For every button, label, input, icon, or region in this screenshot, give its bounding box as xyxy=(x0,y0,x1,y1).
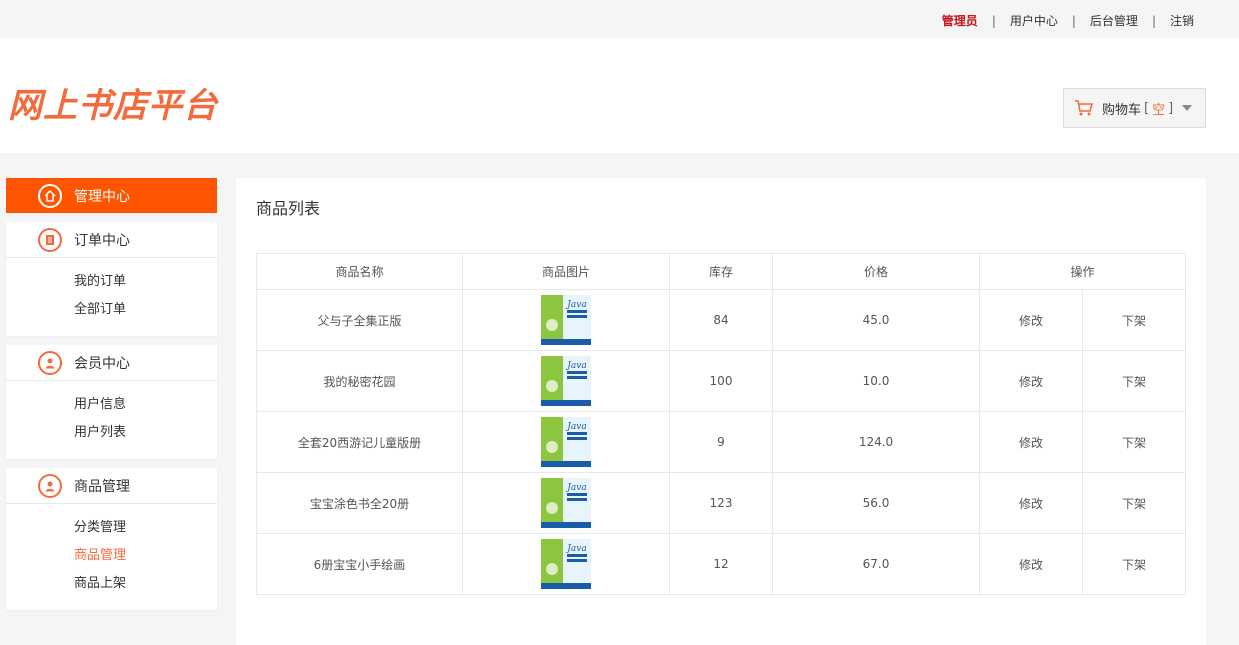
sidebar-item-goods-manage[interactable]: 商品管理 xyxy=(74,542,217,570)
sidebar-item-category-manage[interactable]: 分类管理 xyxy=(74,514,217,542)
svg-text:Java: Java xyxy=(565,544,586,554)
sidebar-item-goods-listing[interactable]: 商品上架 xyxy=(74,570,217,598)
goods-stock: 12 xyxy=(669,533,773,595)
table-row: 6册宝宝小手绘画 Java 12 67.0 修改 下架 xyxy=(256,533,1186,595)
svg-text:Java: Java xyxy=(565,361,586,371)
svg-text:Java: Java xyxy=(565,483,586,493)
sidebar-item-user-info[interactable]: 用户信息 xyxy=(74,391,217,419)
take-down-link[interactable]: 下架 xyxy=(1082,533,1186,595)
top-bar: 管理员 | 用户中心 | 后台管理 | 注销 xyxy=(0,2,1239,38)
sidebar-item-all-orders[interactable]: 全部订单 xyxy=(74,296,217,324)
goods-image-cell: Java xyxy=(462,472,670,534)
backend-link[interactable]: 后台管理 xyxy=(1090,12,1138,29)
table-row: 我的秘密花园 Java 100 10.0 修改 下架 xyxy=(256,350,1186,412)
cart-status: 空 xyxy=(1152,102,1166,118)
book-cover-image: Java xyxy=(541,295,591,345)
take-down-link[interactable]: 下架 xyxy=(1082,350,1186,412)
svg-text:Java: Java xyxy=(565,300,586,310)
goods-name: 宝宝涂色书全20册 xyxy=(256,472,463,534)
take-down-link[interactable]: 下架 xyxy=(1082,472,1186,534)
table-row: 全套20西游记儿童版册 Java 9 124.0 修改 下架 xyxy=(256,411,1186,473)
separator: | xyxy=(1071,13,1076,28)
sidebar-group-header[interactable]: 会员中心 xyxy=(6,345,217,381)
edit-link[interactable]: 修改 xyxy=(979,533,1083,595)
sidebar-group-items: 分类管理 商品管理 商品上架 xyxy=(6,504,217,610)
goods-stock: 84 xyxy=(669,289,773,351)
sidebar-group-title: 会员中心 xyxy=(74,355,130,372)
goods-price: 67.0 xyxy=(772,533,980,595)
sidebar-group-items: 用户信息 用户列表 xyxy=(6,381,217,459)
sidebar-main-admin-center[interactable]: 管理中心 xyxy=(6,178,217,213)
goods-stock: 123 xyxy=(669,472,773,534)
table-row: 父与子全集正版 Java 84 45.0 修改 下架 xyxy=(256,289,1186,351)
goods-image-cell: Java xyxy=(462,411,670,473)
sidebar-group-items: 我的订单 全部订单 xyxy=(6,258,217,336)
goods-name: 全套20西游记儿童版册 xyxy=(256,411,463,473)
goods-stock: 100 xyxy=(669,350,773,412)
goods-table: 商品名称 商品图片 库存 价格 操作 父与子全集正版 Java 84 45.0 xyxy=(256,253,1186,595)
site-logo[interactable]: 网上书店平台 xyxy=(8,78,218,127)
edit-link[interactable]: 修改 xyxy=(979,289,1083,351)
book-cover-image: Java xyxy=(541,417,591,467)
page-title: 商品列表 xyxy=(256,199,321,218)
col-header-image: 商品图片 xyxy=(462,253,670,290)
cart-label: 购物车 xyxy=(1102,102,1142,118)
document-icon xyxy=(38,227,62,252)
goods-name: 6册宝宝小手绘画 xyxy=(256,533,463,595)
header: 网上书店平台 购物车 [ 空 ] xyxy=(0,38,1239,153)
col-header-stock: 库存 xyxy=(669,253,773,290)
sidebar-item-user-list[interactable]: 用户列表 xyxy=(74,419,217,447)
goods-name: 父与子全集正版 xyxy=(256,289,463,351)
separator: | xyxy=(1151,13,1156,28)
separator: | xyxy=(991,13,996,28)
sidebar-group-title: 商品管理 xyxy=(74,478,130,495)
sidebar-group-members: 会员中心 用户信息 用户列表 xyxy=(6,345,217,459)
table-header-row: 商品名称 商品图片 库存 价格 操作 xyxy=(256,253,1186,290)
sidebar-group-orders: 订单中心 我的订单 全部订单 xyxy=(6,222,217,336)
sidebar-group-header[interactable]: 商品管理 xyxy=(6,468,217,504)
edit-link[interactable]: 修改 xyxy=(979,411,1083,473)
cart-button[interactable]: 购物车 [ 空 ] xyxy=(1063,88,1206,128)
goods-image-cell: Java xyxy=(462,289,670,351)
sidebar-main-label: 管理中心 xyxy=(74,188,130,205)
goods-price: 10.0 xyxy=(772,350,980,412)
sidebar: 管理中心 订单中心 我的订单 全部订单 会员中心 用户信息 用户列表 商品管理 … xyxy=(6,178,217,610)
user-icon xyxy=(38,350,62,375)
user-center-link[interactable]: 用户中心 xyxy=(1010,12,1058,29)
goods-image-cell: Java xyxy=(462,350,670,412)
take-down-link[interactable]: 下架 xyxy=(1082,411,1186,473)
goods-price: 45.0 xyxy=(772,289,980,351)
book-cover-image: Java xyxy=(541,478,591,528)
cart-bracket-open: [ xyxy=(1144,100,1150,116)
home-icon xyxy=(38,183,62,208)
book-cover-image: Java xyxy=(541,356,591,406)
cart-bracket-close: ] xyxy=(1168,100,1174,116)
goods-image-cell: Java xyxy=(462,533,670,595)
chevron-down-icon xyxy=(1182,105,1193,111)
sidebar-item-my-orders[interactable]: 我的订单 xyxy=(74,268,217,296)
svg-text:Java: Java xyxy=(565,422,586,432)
table-row: 宝宝涂色书全20册 Java 123 56.0 修改 下架 xyxy=(256,472,1186,534)
goods-stock: 9 xyxy=(669,411,773,473)
book-cover-image: Java xyxy=(541,539,591,589)
col-header-actions: 操作 xyxy=(979,253,1186,290)
logout-link[interactable]: 注销 xyxy=(1170,12,1194,29)
user-icon xyxy=(38,473,62,498)
edit-link[interactable]: 修改 xyxy=(979,472,1083,534)
top-links: 管理员 | 用户中心 | 后台管理 | 注销 xyxy=(942,12,1194,29)
col-header-price: 价格 xyxy=(772,253,980,290)
take-down-link[interactable]: 下架 xyxy=(1082,289,1186,351)
goods-name: 我的秘密花园 xyxy=(256,350,463,412)
sidebar-group-goods: 商品管理 分类管理 商品管理 商品上架 xyxy=(6,468,217,610)
edit-link[interactable]: 修改 xyxy=(979,350,1083,412)
goods-price: 124.0 xyxy=(772,411,980,473)
sidebar-group-title: 订单中心 xyxy=(74,232,130,249)
goods-price: 56.0 xyxy=(772,472,980,534)
main-content: 商品列表 商品名称 商品图片 库存 价格 操作 父与子全集正版 Java 84 … xyxy=(236,178,1206,645)
sidebar-group-header[interactable]: 订单中心 xyxy=(6,222,217,258)
cart-icon xyxy=(1075,100,1093,116)
col-header-name: 商品名称 xyxy=(256,253,463,290)
admin-link[interactable]: 管理员 xyxy=(942,12,978,29)
